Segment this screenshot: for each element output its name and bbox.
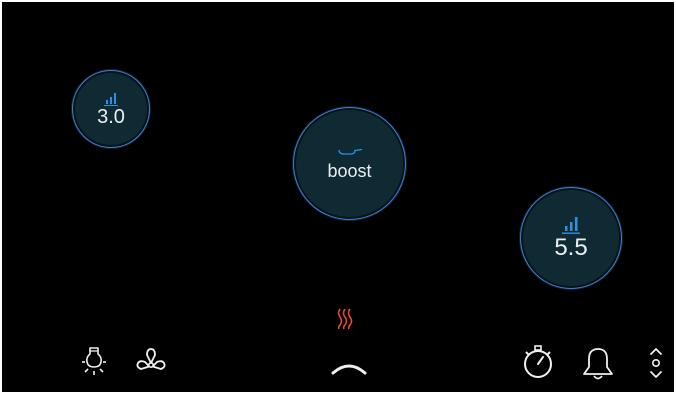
timer-button[interactable]	[520, 344, 556, 385]
cooking-zone-left[interactable]: 3.0	[72, 70, 150, 148]
bell-icon	[583, 348, 613, 380]
power-level-icon	[562, 217, 580, 234]
alarm-button[interactable]	[581, 345, 615, 386]
heat-waves-icon	[337, 308, 353, 330]
fan-icon	[136, 348, 166, 370]
up-down-button[interactable]	[648, 347, 664, 384]
up-down-icon	[650, 348, 662, 378]
cooking-zone-center[interactable]: boost	[293, 107, 406, 220]
expand-button[interactable]	[329, 361, 369, 382]
zone-power-value: 5.5	[554, 234, 588, 261]
zone-boost-label: boost	[327, 160, 372, 181]
light-bulb-icon	[82, 347, 106, 375]
cooktop-screen: 3.0 boost 5.5	[2, 2, 674, 392]
timer-icon	[524, 345, 552, 378]
zone-power-value: 3.0	[97, 105, 125, 128]
light-button[interactable]	[80, 345, 108, 384]
cooking-zone-right[interactable]: 5.5	[520, 187, 622, 289]
power-level-icon	[104, 92, 118, 106]
fan-button[interactable]	[135, 347, 167, 384]
pan-icon	[337, 148, 362, 155]
chevron-up-icon	[331, 364, 367, 375]
